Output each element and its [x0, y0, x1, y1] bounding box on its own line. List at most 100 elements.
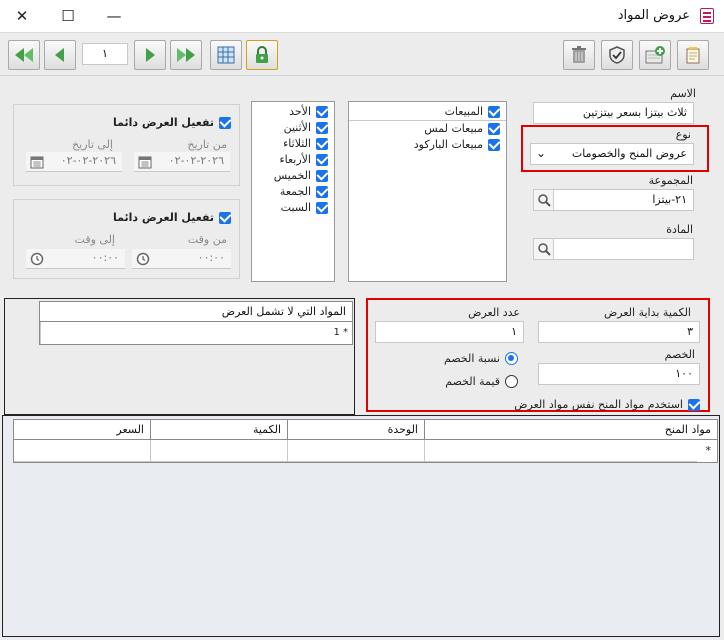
discount-input[interactable]: ١٠٠ [538, 363, 700, 385]
day-label: السبت [280, 201, 311, 214]
radio-selected-icon[interactable] [505, 352, 518, 365]
day-item[interactable]: الجمعة [280, 185, 328, 198]
day-item[interactable]: السبت [281, 201, 328, 214]
checkbox-checked-icon[interactable] [488, 122, 500, 135]
day-item[interactable]: الأربعاء [279, 153, 328, 166]
discount-value-radio-row[interactable]: قيمة الخصم [445, 375, 518, 388]
clock-icon [30, 252, 44, 266]
grant-cell-price[interactable] [14, 440, 150, 462]
type-label: نوع [675, 128, 691, 141]
previous-record-button[interactable] [44, 40, 76, 70]
grant-cell-quantity[interactable] [150, 440, 287, 462]
minimize-button[interactable]: — [94, 0, 134, 32]
checkbox-checked-icon[interactable] [316, 137, 328, 150]
day-item[interactable]: الأحد [289, 105, 328, 118]
window-title: عروض المواد [617, 8, 690, 23]
grid-view-button[interactable] [210, 40, 242, 70]
checkbox-checked-icon[interactable] [316, 153, 328, 166]
checkbox-checked-icon[interactable] [488, 105, 500, 118]
from-date-label: من تاريخ [187, 138, 227, 151]
checkbox-checked-icon[interactable] [316, 169, 328, 182]
search-icon [537, 194, 551, 207]
lock-button[interactable] [246, 40, 278, 70]
trash-icon [572, 46, 586, 63]
day-item[interactable]: الثلاثاء [283, 137, 328, 150]
last-record-button[interactable] [170, 40, 202, 70]
delete-button[interactable] [563, 40, 595, 70]
offer-count-label: عدد العرض [468, 306, 520, 319]
group-input[interactable]: ٢١-بيتزا [533, 189, 694, 211]
day-item[interactable]: الخميس [274, 169, 328, 182]
sales-types-list: المبيعات مبيعات لمس مبيعات الباركود [348, 101, 507, 282]
day-label: الأحد [289, 105, 311, 118]
day-item[interactable]: الأثنين [284, 121, 328, 134]
radio-unselected-icon[interactable] [505, 375, 518, 388]
date-always-label: تفعيل العرض دائما [112, 116, 214, 129]
sales-type-item[interactable]: المبيعات [445, 105, 500, 118]
checkbox-checked-icon[interactable] [219, 116, 231, 129]
checkbox-checked-icon[interactable] [488, 138, 500, 151]
name-input[interactable]: ثلاث بيتزا بسعر بيتزتين [533, 102, 694, 124]
discount-value-label: قيمة الخصم [445, 375, 500, 388]
from-date-picker-button[interactable] [135, 152, 155, 172]
time-activation-group: تفعيل العرض دائما من وقت إلى وقت ٠٠:٠٠ ٠… [13, 199, 240, 279]
double-arrow-left-icon [15, 48, 33, 62]
grant-new-row-marker: * [705, 444, 712, 457]
checkbox-checked-icon[interactable] [316, 105, 328, 118]
calendar-icon [138, 156, 152, 169]
sales-type-label: مبيعات لمس [424, 122, 483, 135]
checkbox-checked-icon[interactable] [316, 121, 328, 134]
maximize-button[interactable]: ☐ [48, 0, 88, 32]
material-input[interactable] [533, 238, 694, 260]
record-number-input[interactable]: ١ [82, 43, 128, 65]
use-same-materials-label: استخدم مواد المنح نفس مواد العرض [514, 398, 683, 411]
material-search-button[interactable] [534, 239, 554, 259]
checkbox-checked-icon[interactable] [688, 398, 700, 411]
grant-col-header-quantity[interactable]: الكمية [150, 420, 287, 440]
date-activation-group: تفعيل العرض دائما من تاريخ إلى تاريخ ٢٠٢… [13, 104, 240, 186]
to-time-picker-button[interactable] [27, 249, 47, 269]
arrow-left-icon [55, 48, 64, 62]
chevron-down-icon: ⌄ [536, 146, 547, 160]
date-always-checkbox-row[interactable]: تفعيل العرض دائما [113, 116, 231, 129]
shield-check-icon [609, 46, 625, 64]
group-search-button[interactable] [534, 190, 554, 210]
new-document-button[interactable] [677, 40, 709, 70]
grant-col-header-price[interactable]: السعر [14, 420, 150, 440]
name-label: الاسم [670, 87, 696, 100]
add-button[interactable] [639, 40, 671, 70]
excluded-materials-panel: المواد التي لا تشمل العرض * 1 [4, 298, 355, 415]
checkbox-checked-icon[interactable] [219, 211, 231, 224]
checkbox-checked-icon[interactable] [316, 185, 328, 198]
day-label: الأربعاء [279, 153, 311, 166]
calendar-icon [30, 156, 44, 169]
sales-type-item[interactable]: مبيعات الباركود [414, 138, 500, 151]
day-label: الأثنين [283, 121, 311, 134]
grant-col-header-material[interactable]: مواد المنح [424, 420, 717, 440]
app-document-icon [700, 8, 714, 24]
days-list: الأحد الأثنين الثلاثاء الأربعاء الخميس ا… [251, 101, 335, 282]
excluded-materials-cell[interactable] [40, 322, 314, 344]
from-time-label: من وقت [187, 233, 227, 246]
type-select[interactable]: عروض المنح والخصومات ⌄ [530, 143, 694, 165]
time-always-checkbox-row[interactable]: تفعيل العرض دائما [113, 211, 231, 224]
start-quantity-input[interactable]: ٣ [538, 321, 700, 343]
offer-count-input[interactable]: ١ [375, 321, 524, 343]
use-same-materials-checkbox-row[interactable]: استخدم مواد المنح نفس مواد العرض [514, 398, 700, 411]
to-date-picker-button[interactable] [27, 152, 47, 172]
discount-percent-radio-row[interactable]: نسبة الخصم [444, 352, 518, 365]
checkbox-checked-icon[interactable] [316, 201, 328, 214]
next-record-button[interactable] [134, 40, 166, 70]
grant-col-header-unit[interactable]: الوحدة [287, 420, 424, 440]
grant-materials-grid: مواد المنح الوحدة الكمية السعر * [13, 419, 718, 463]
sales-type-item[interactable]: مبيعات لمس [424, 122, 500, 135]
approve-button[interactable] [601, 40, 633, 70]
first-record-button[interactable] [8, 40, 40, 70]
grant-cell-material[interactable] [424, 440, 697, 462]
arrow-right-icon [146, 48, 155, 62]
close-button[interactable]: ✕ [2, 0, 42, 32]
grant-cell-unit[interactable] [287, 440, 424, 462]
from-time-picker-button[interactable] [133, 249, 153, 269]
grant-materials-panel: مواد المنح الوحدة الكمية السعر * [2, 415, 720, 637]
time-always-label: تفعيل العرض دائما [112, 211, 214, 224]
